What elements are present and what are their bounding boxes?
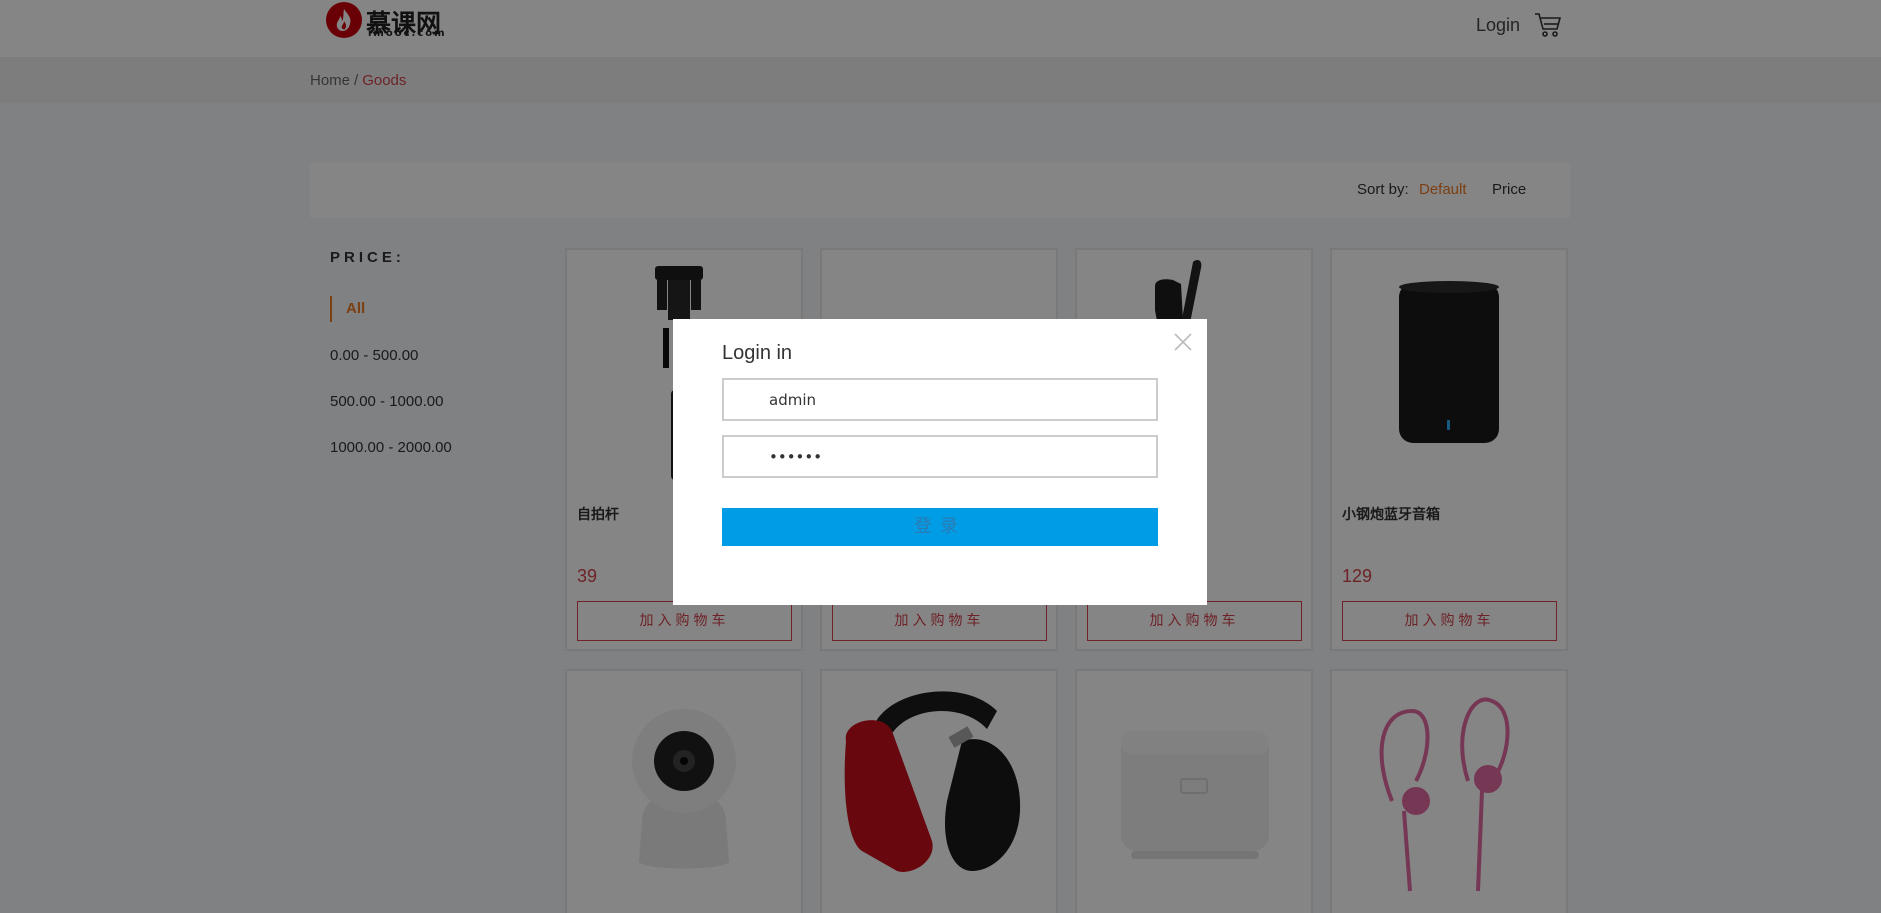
password-value: •••••• [769, 448, 823, 466]
close-icon[interactable] [1173, 332, 1193, 352]
login-modal: Login in admin •••••• 登录 [673, 319, 1207, 605]
username-field[interactable]: admin [722, 378, 1158, 421]
username-value: admin [769, 391, 816, 409]
password-field[interactable]: •••••• [722, 435, 1158, 478]
login-submit-button[interactable]: 登录 [722, 508, 1158, 546]
lock-icon [738, 448, 754, 469]
modal-title: Login in [722, 342, 793, 364]
user-icon [738, 391, 754, 412]
